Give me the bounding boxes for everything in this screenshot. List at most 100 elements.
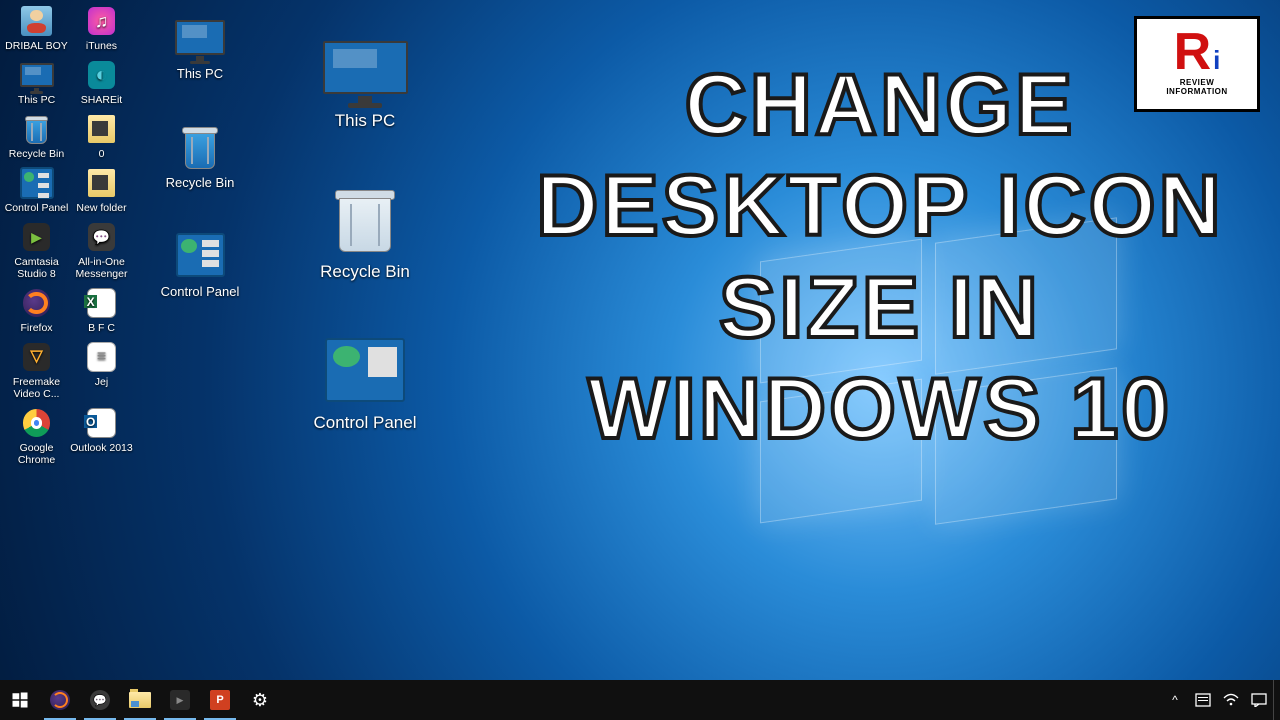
taskbar-messenger[interactable]: [80, 680, 120, 720]
firefox-icon: [50, 690, 70, 710]
taskbar-firefox[interactable]: [40, 680, 80, 720]
desktop-icon-freemake[interactable]: Freemake Video C...: [4, 340, 69, 400]
desktop-icon-firefox[interactable]: Firefox: [4, 286, 69, 334]
desktop-icon-control-panel[interactable]: Control Panel: [4, 166, 69, 214]
notification-icon: [1251, 693, 1267, 707]
desktop-icon-this-pc-med[interactable]: This PC: [150, 12, 250, 81]
icon-label: New folder: [76, 202, 126, 214]
recycle-bin-icon: [180, 124, 220, 169]
desktop[interactable]: DRIBAL BOY iTunes This PC SHAREit Recycl…: [0, 0, 1280, 720]
icon-label: Outlook 2013: [70, 442, 132, 454]
desktop-icon-jej[interactable]: Jej: [69, 340, 134, 400]
channel-badge: Ri REVIEWINFORMATION: [1134, 16, 1260, 112]
desktop-icons-medium: This PC Recycle Bin Control Panel: [150, 12, 250, 339]
taskbar: P ⚙ ^: [0, 680, 1280, 720]
folder-icon: [88, 169, 115, 196]
file-explorer-icon: [129, 692, 151, 708]
icon-label: Camtasia Studio 8: [14, 256, 58, 280]
excel-icon: [87, 288, 116, 317]
icon-label: Freemake Video C...: [13, 376, 60, 400]
icon-label: SHAREit: [81, 94, 122, 106]
desktop-icon-recycle-bin-lg[interactable]: Recycle Bin: [290, 181, 440, 282]
icon-label: 0: [99, 148, 105, 160]
keyboard-icon: [1195, 693, 1211, 707]
title-line-1: CHANGE: [520, 55, 1240, 156]
camtasia-icon: [23, 223, 50, 250]
taskbar-settings[interactable]: ⚙: [240, 680, 280, 720]
icon-label: Recycle Bin: [320, 262, 410, 281]
this-pc-icon: [20, 63, 54, 87]
desktop-icon-aio-messenger[interactable]: All-in-One Messenger: [69, 220, 134, 280]
desktop-icon-bfc[interactable]: B F C: [69, 286, 134, 334]
title-line-4: WINDOWS 10: [520, 359, 1240, 460]
taskbar-powerpoint[interactable]: P: [200, 680, 240, 720]
desktop-icon-0[interactable]: 0: [69, 112, 134, 160]
icon-label: Control Panel: [5, 202, 69, 214]
desktop-icon-this-pc[interactable]: This PC: [4, 58, 69, 106]
system-tray: ^: [1161, 680, 1280, 720]
icon-label: This PC: [18, 94, 55, 106]
icon-label: Google Chrome: [18, 442, 55, 466]
windows-start-icon: [11, 691, 29, 709]
title-line-3: SIZE IN: [520, 258, 1240, 359]
tray-network[interactable]: [1217, 680, 1245, 720]
desktop-icon-control-panel-med[interactable]: Control Panel: [150, 230, 250, 299]
icon-label: B F C: [88, 322, 115, 334]
icon-label: All-in-One Messenger: [76, 256, 128, 280]
desktop-icon-chrome[interactable]: Google Chrome: [4, 406, 69, 466]
icon-label: Recycle Bin: [9, 148, 64, 160]
icon-label: This PC: [335, 111, 395, 130]
show-desktop-button[interactable]: [1273, 680, 1280, 720]
freemake-icon: [23, 343, 50, 370]
desktop-icon-recycle-bin[interactable]: Recycle Bin: [4, 112, 69, 160]
powerpoint-icon: P: [210, 690, 230, 710]
icon-label: This PC: [177, 66, 223, 81]
desktop-icon-new-folder[interactable]: New folder: [69, 166, 134, 214]
firefox-icon: [23, 289, 50, 316]
this-pc-icon: [323, 41, 408, 94]
tray-input-indicator[interactable]: [1189, 680, 1217, 720]
chrome-icon: [23, 409, 50, 436]
recycle-bin-icon: [331, 185, 399, 253]
desktop-icon-control-panel-lg[interactable]: Control Panel: [290, 332, 440, 433]
icon-label: Recycle Bin: [166, 175, 235, 190]
control-panel-icon: [20, 167, 54, 198]
camtasia-icon: [170, 690, 190, 710]
wifi-icon: [1223, 693, 1239, 707]
desktop-icon-recycle-bin-med[interactable]: Recycle Bin: [150, 121, 250, 190]
gear-icon: ⚙: [252, 690, 268, 711]
icon-label: Control Panel: [161, 284, 240, 299]
chevron-up-icon: ^: [1172, 693, 1178, 707]
desktop-icon-camtasia[interactable]: Camtasia Studio 8: [4, 220, 69, 280]
taskbar-file-explorer[interactable]: [120, 680, 160, 720]
title-line-2: DESKTOP ICON: [520, 156, 1240, 257]
start-button[interactable]: [0, 680, 40, 720]
windows-logo-wallpaper: [700, 170, 1200, 570]
icon-label: Control Panel: [313, 413, 416, 432]
recycle-bin-icon: [23, 114, 50, 145]
outlook-icon: [87, 408, 116, 437]
taskbar-camtasia[interactable]: [160, 680, 200, 720]
control-panel-icon: [176, 233, 225, 277]
desktop-icon-itunes[interactable]: iTunes: [69, 4, 134, 52]
icon-label: iTunes: [86, 40, 117, 52]
badge-logo: Ri: [1174, 32, 1221, 74]
messenger-icon: [88, 223, 115, 250]
text-file-icon: [87, 342, 116, 371]
desktop-icon-dribal-boy[interactable]: DRIBAL BOY: [4, 4, 69, 52]
desktop-icons-large: This PC Recycle Bin Control Panel: [290, 30, 440, 483]
folder-icon: [88, 115, 115, 142]
icon-label: Firefox: [20, 322, 52, 334]
tray-show-hidden[interactable]: ^: [1161, 680, 1189, 720]
tray-action-center[interactable]: [1245, 680, 1273, 720]
desktop-icons-small: DRIBAL BOY iTunes This PC SHAREit Recycl…: [4, 4, 134, 472]
desktop-icon-outlook[interactable]: Outlook 2013: [69, 406, 134, 466]
icon-label: DRIBAL BOY: [5, 40, 68, 52]
desktop-icon-shareit[interactable]: SHAREit: [69, 58, 134, 106]
video-title-overlay: CHANGE DESKTOP ICON SIZE IN WINDOWS 10: [520, 55, 1240, 461]
desktop-icon-this-pc-lg[interactable]: This PC: [290, 30, 440, 131]
user-icon: [21, 6, 52, 37]
itunes-icon: [88, 7, 115, 34]
icon-label: Jej: [95, 376, 108, 388]
messenger-icon: [90, 690, 110, 710]
